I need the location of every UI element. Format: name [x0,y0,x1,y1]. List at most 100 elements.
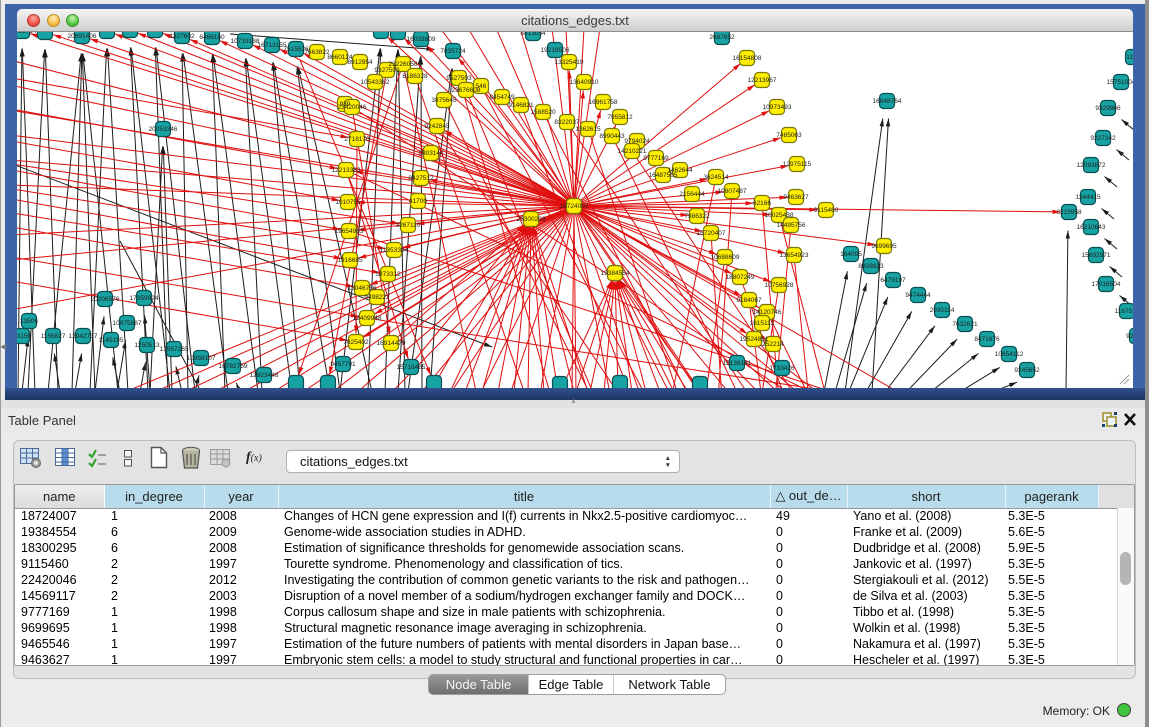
svg-text:1145195: 1145195 [99,337,124,344]
svg-text:12923448: 12923448 [250,372,279,379]
svg-text:8912954: 8912954 [347,59,373,66]
svg-text:9227342: 9227342 [1090,135,1116,142]
svg-text:1250513: 1250513 [134,342,160,349]
svg-text:25300203: 25300203 [517,216,546,223]
svg-text:8813054: 8813054 [520,32,546,37]
svg-text:924502: 924502 [1126,333,1133,340]
svg-text:13325419: 13325419 [555,59,584,66]
svg-text:9498222: 9498222 [364,294,390,301]
svg-text:17016504: 17016504 [1092,281,1121,288]
svg-text:10975887: 10975887 [113,320,142,327]
svg-text:3624514: 3624514 [703,174,729,181]
svg-text:1112: 1112 [1126,54,1133,61]
svg-text:14055714: 14055714 [17,32,37,35]
svg-text:16033809: 16033809 [407,36,436,43]
svg-text:20206576: 20206576 [91,296,120,303]
svg-text:9327503: 9327503 [374,67,400,74]
svg-text:1588520: 1588520 [530,109,556,116]
svg-text:17957265: 17957265 [160,346,189,353]
svg-text:10654112: 10654112 [995,351,1024,358]
svg-text:9457791: 9457791 [330,361,356,368]
svg-text:19654983: 19654983 [335,228,364,235]
svg-text:17359924: 17359924 [130,295,159,302]
svg-text:10688609: 10688609 [711,254,740,261]
svg-text:8427512: 8427512 [408,175,434,182]
svg-text:14120746: 14120746 [753,309,782,316]
svg-text:8938923: 8938923 [858,263,884,270]
svg-text:2718170: 2718170 [344,136,370,143]
svg-text:15716485: 15716485 [397,364,426,371]
svg-text:2156444: 2156444 [679,191,705,198]
svg-text:7955812: 7955812 [607,114,633,121]
svg-text:10653267: 10653267 [141,32,170,34]
svg-text:9184067: 9184067 [736,297,762,304]
svg-text:1010755: 1010755 [335,199,361,206]
svg-text:12213383: 12213383 [332,167,361,174]
svg-text:10025438: 10025438 [765,212,794,219]
svg-text:1167533: 1167533 [1115,308,1133,315]
svg-text:15136141: 15136141 [723,360,752,367]
svg-text:3875645: 3875645 [431,97,457,104]
svg-text:546: 546 [476,83,487,90]
svg-text:9242845: 9242845 [424,123,450,130]
svg-text:1733426: 1733426 [769,365,795,372]
svg-text:2687652: 2687652 [709,34,735,41]
svg-text:8186328: 8186328 [402,73,428,80]
svg-text:16914479: 16914479 [377,340,406,347]
svg-text:12093872: 12093872 [1077,162,1106,169]
svg-text:15751004: 15751004 [1107,79,1133,86]
svg-text:1327602: 1327602 [169,33,195,40]
svg-text:9474444: 9474444 [905,292,931,299]
svg-text:9699695: 9699695 [871,243,897,250]
svg-text:16046766: 16046766 [348,285,377,292]
svg-text:9115460: 9115460 [814,207,839,214]
svg-text:9777169: 9777169 [643,155,669,162]
svg-text:7663822: 7663822 [304,49,330,56]
svg-text:23420046: 23420046 [338,104,367,111]
svg-text:62166: 62166 [753,200,771,207]
svg-text:12942737: 12942737 [69,333,98,340]
svg-text:10807487: 10807487 [718,188,747,195]
svg-text:33159: 33159 [17,333,31,340]
svg-text:10756928: 10756928 [765,282,794,289]
svg-text:1615112: 1615112 [750,320,775,327]
svg-text:7835724: 7835724 [440,48,466,55]
svg-text:9527503: 9527503 [446,75,472,82]
svg-text:9245652: 9245652 [1014,367,1040,374]
svg-text:12409948: 12409948 [353,315,382,322]
svg-text:7625402: 7625402 [343,339,369,346]
svg-text:5873312: 5873312 [375,271,401,278]
svg-text:9794024: 9794024 [624,138,650,145]
svg-text:16154808: 16154808 [733,55,762,62]
svg-text:8454749: 8454749 [489,94,515,101]
svg-text:19384554: 19384554 [601,270,630,277]
svg-text:8990443: 8990443 [599,133,625,140]
svg-text:14495756: 14495756 [777,222,806,229]
svg-text:23226058: 23226058 [389,61,418,68]
svg-text:12975115: 12975115 [783,161,812,168]
svg-text:16782759: 16782759 [219,363,248,370]
svg-text:252214: 252214 [762,341,784,348]
svg-text:1462644: 1462644 [667,167,693,174]
svg-text:13506: 13506 [20,318,38,325]
svg-text:13654923: 13654923 [780,252,809,259]
svg-text:1156827: 1156827 [41,333,66,340]
svg-text:3267110: 3267110 [396,222,421,229]
svg-text:13640910: 13640910 [570,79,599,86]
svg-text:10719188: 10719188 [231,38,260,45]
svg-text:9463627: 9463627 [783,194,809,201]
svg-text:8322037: 8322037 [554,119,580,126]
svg-text:10958107: 10958107 [187,355,216,362]
svg-text:11353394: 11353394 [380,247,409,254]
svg-text:1362615: 1362615 [575,126,601,133]
svg-text:1244415: 1244415 [1075,194,1101,201]
svg-text:6466160: 6466160 [199,34,225,41]
svg-text:164095: 164095 [840,251,862,258]
svg-text:10973493: 10973493 [763,104,792,111]
svg-text:9146821: 9146821 [508,102,534,109]
svg-text:20691406: 20691406 [68,33,97,40]
svg-text:8471676: 8471676 [974,336,1000,343]
svg-text:16961758: 16961758 [589,99,618,106]
svg-text:6479197: 6479197 [880,277,906,284]
svg-text:12213967: 12213967 [748,77,777,84]
